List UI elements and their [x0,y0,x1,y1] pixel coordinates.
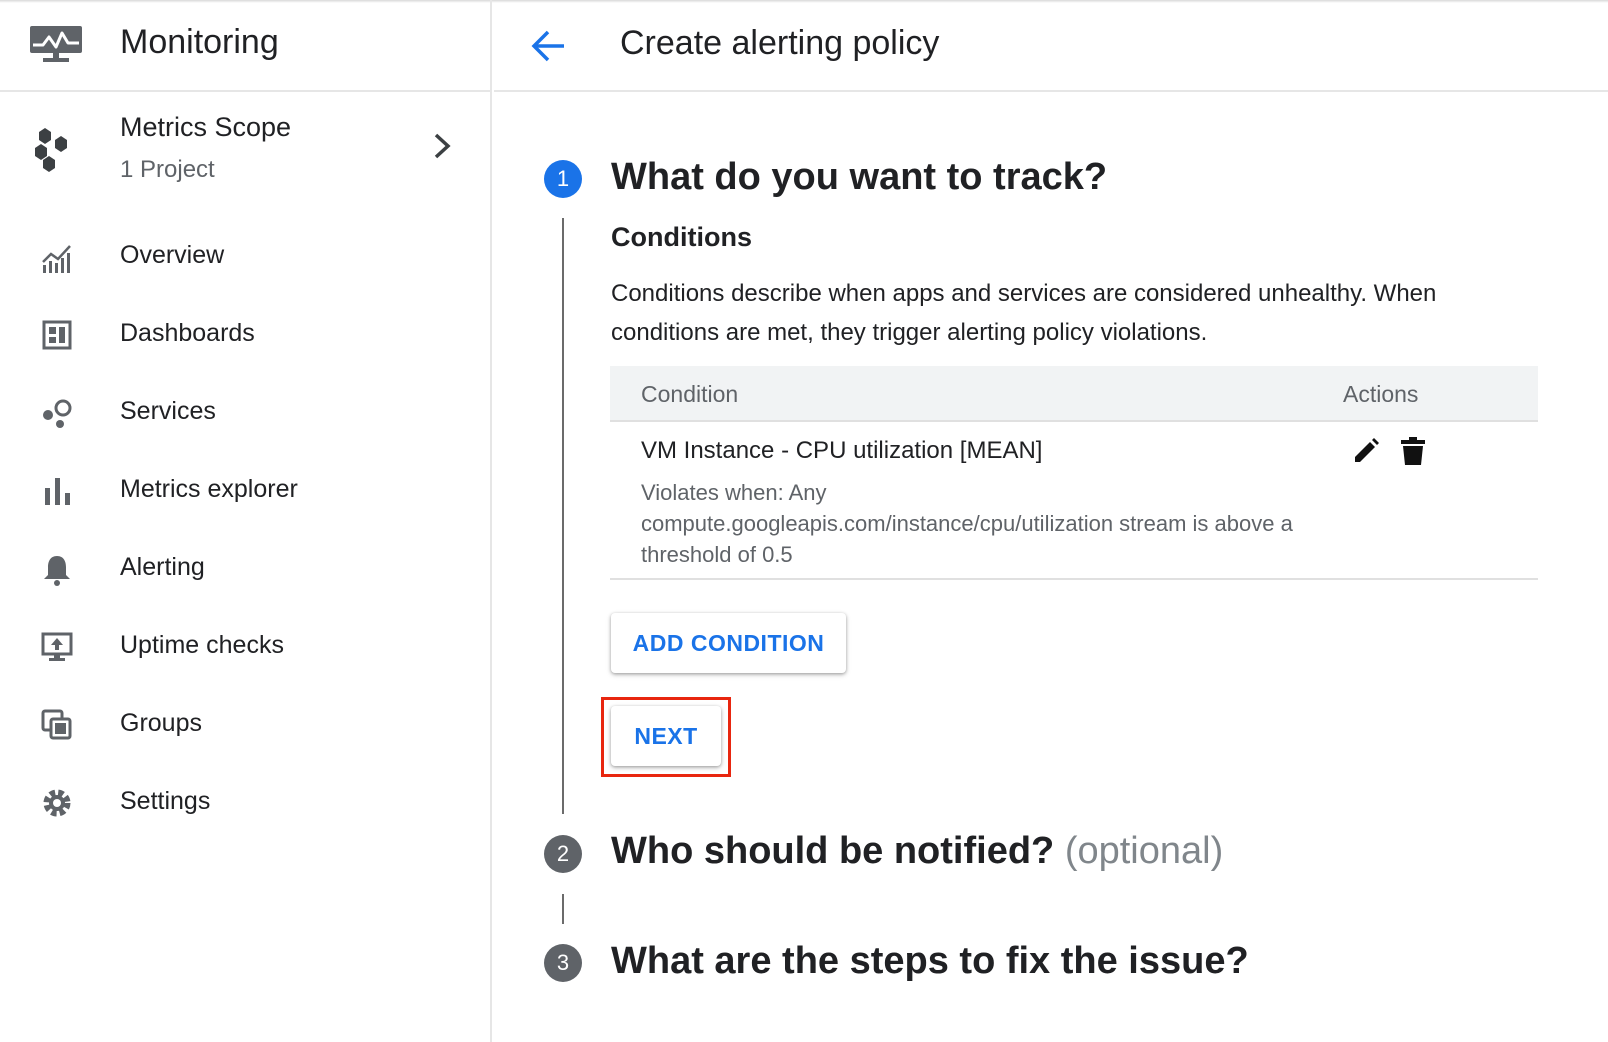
sidebar-item-groups[interactable]: Groups [0,686,490,764]
page-title: Create alerting policy [620,24,940,62]
column-header-actions: Actions [1343,381,1419,407]
step-2-title[interactable]: Who should be notified? (optional) [611,830,1223,873]
sidebar-item-label: Services [120,397,216,425]
sidebar-item-label: Dashboards [120,319,255,347]
sidebar-item-label: Settings [120,787,211,815]
step-3-title[interactable]: What are the steps to fix the issue? [611,940,1249,983]
groups-icon [40,708,74,742]
scope-name: Metrics Scope [120,112,292,142]
scope-subtitle: 1 Project [120,156,215,183]
add-condition-button[interactable]: ADD CONDITION [611,613,846,673]
step-3-indicator: 3 [544,944,582,982]
page-header: Create alerting policy [494,0,1608,92]
bell-icon [40,552,74,586]
step-2-connector [562,894,564,924]
sidebar-item-overview[interactable]: Overview [0,218,490,296]
table-row: VM Instance - CPU utilization [MEAN] Vio… [610,422,1538,580]
pencil-icon[interactable] [1351,436,1381,466]
sidebar-item-label: Overview [120,241,225,269]
step-title-text: What are the steps to fix the issue? [611,940,1249,982]
chevron-right-icon [430,131,454,161]
main-content: Create alerting policy 1 What do you wan… [494,0,1608,1042]
step-1-title[interactable]: What do you want to track? [611,156,1107,199]
sidebar-item-services[interactable]: Services [0,374,490,452]
monitoring-logo-icon [29,25,85,65]
trash-icon[interactable] [1400,436,1426,466]
sidebar-item-alerting[interactable]: Alerting [0,530,490,608]
sidebar: Monitoring Metrics Scope 1 Project Overv… [0,0,492,1042]
sidebar-item-label: Alerting [120,553,205,581]
step-2-indicator: 2 [544,835,582,873]
sidebar-nav: Overview Dashboards Services Metrics exp… [0,218,490,842]
sidebar-item-label: Uptime checks [120,631,284,659]
step-1-connector [562,218,564,814]
monitoring-app: Monitoring Metrics Scope 1 Project Overv… [0,0,1608,1042]
hexagons-icon [33,126,81,172]
sidebar-item-label: Groups [120,709,202,737]
condition-detail: Violates when: Any compute.googleapis.co… [641,480,1293,567]
sidebar-item-uptime-checks[interactable]: Uptime checks [0,608,490,686]
back-arrow-icon[interactable] [528,26,568,66]
sidebar-item-dashboards[interactable]: Dashboards [0,296,490,374]
column-header-condition: Condition [641,381,739,407]
uptime-icon [40,630,74,664]
condition-name: VM Instance - CPU utilization [MEAN] [641,437,1043,464]
chart-icon [40,240,74,274]
sidebar-item-metrics-explorer[interactable]: Metrics explorer [0,452,490,530]
conditions-description: Conditions describe when apps and servic… [611,280,1437,346]
next-button[interactable]: NEXT [611,706,721,766]
conditions-heading: Conditions [611,222,752,252]
step-1-indicator: 1 [544,160,582,198]
dashboard-icon [40,318,74,352]
services-icon [40,396,74,430]
metrics-scope-selector[interactable]: Metrics Scope 1 Project [0,98,490,202]
conditions-table: Condition Actions VM Instance - CPU util… [610,366,1538,580]
app-title: Monitoring [120,23,279,61]
step-title-text: What do you want to track? [611,156,1108,198]
gear-icon [40,786,74,820]
sidebar-item-label: Metrics explorer [120,475,298,503]
bar-chart-icon [40,474,74,508]
table-header: Condition Actions [610,366,1538,422]
optional-label: (optional) [1064,830,1224,872]
step-title-text: Who should be notified? [611,830,1055,872]
sidebar-item-settings[interactable]: Settings [0,764,490,842]
sidebar-header: Monitoring [0,0,490,92]
